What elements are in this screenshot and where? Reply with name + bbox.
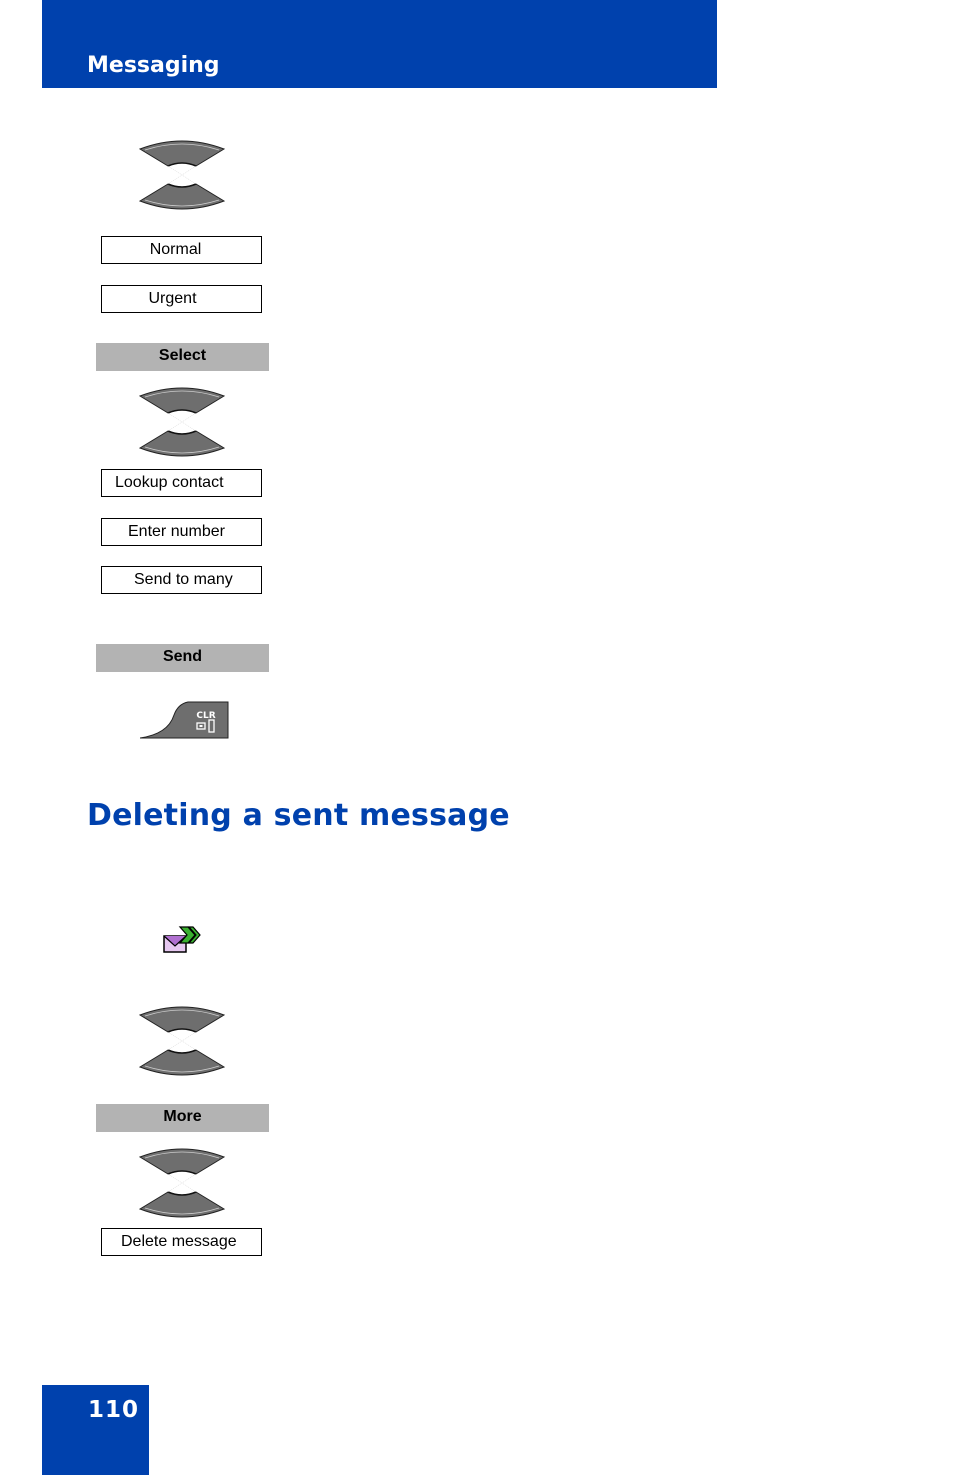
navigation-key-icon (138, 1006, 226, 1076)
sent-message-icon (163, 926, 201, 953)
option-send-to-many[interactable]: Send to many (101, 566, 262, 594)
softkey-send[interactable]: Send (96, 644, 269, 672)
navigation-key-icon (138, 140, 226, 210)
navigation-key-icon (138, 387, 226, 457)
softkey-more[interactable]: More (96, 1104, 269, 1132)
option-label: Delete message (121, 1233, 237, 1250)
page-number-box: 110 (42, 1385, 149, 1475)
option-label: Normal (149, 241, 202, 258)
option-lookup-contact[interactable]: Lookup contact (101, 469, 262, 497)
chapter-title: Messaging (87, 53, 220, 78)
softkey-select[interactable]: Select (96, 343, 269, 371)
option-label: Enter number (128, 523, 225, 540)
header-bar: Messaging (42, 0, 717, 88)
option-urgent[interactable]: Urgent (101, 285, 262, 313)
option-delete-message[interactable]: Delete message (101, 1228, 262, 1256)
option-label: Send to many (134, 571, 233, 588)
navigation-key-icon (138, 1148, 226, 1218)
option-normal[interactable]: Normal (101, 236, 262, 264)
option-enter-number[interactable]: Enter number (101, 518, 262, 546)
section-heading: Deleting a sent message (87, 798, 510, 833)
option-label: Urgent (148, 290, 197, 307)
option-label: Lookup contact (115, 474, 224, 491)
clear-key-icon: CLR (140, 701, 229, 739)
page-number: 110 (88, 1397, 140, 1423)
